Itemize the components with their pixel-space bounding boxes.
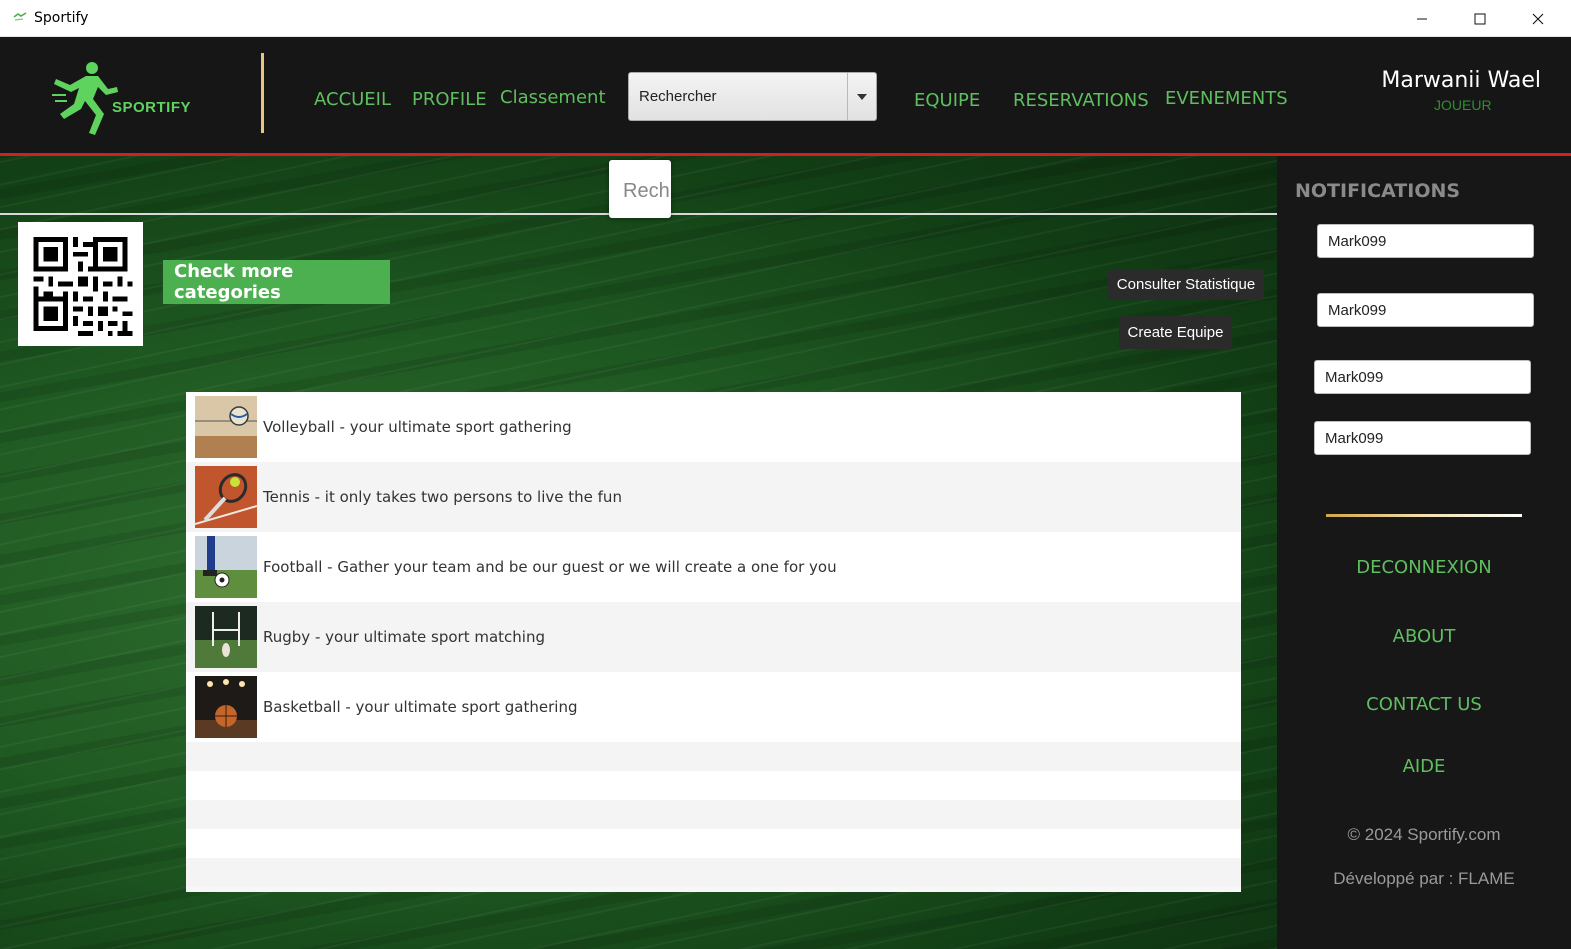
header-divider xyxy=(261,53,264,133)
user-name: Marwanii Wael xyxy=(1381,68,1541,93)
maximize-icon[interactable] xyxy=(1451,0,1509,37)
nav-classement[interactable]: Classement xyxy=(500,87,606,108)
chevron-down-icon[interactable] xyxy=(847,73,876,120)
search-field[interactable]: Rech xyxy=(609,160,671,218)
window-title: Sportify xyxy=(34,10,89,26)
empty-list-row xyxy=(186,800,1241,829)
create-equipe-button[interactable]: Create Equipe xyxy=(1119,316,1232,349)
list-item-label: Rugby - your ultimate sport matching xyxy=(263,628,545,646)
empty-list-row xyxy=(186,742,1241,771)
search-combo[interactable]: Rechercher xyxy=(628,72,877,121)
list-item-label: Volleyball - your ultimate sport gatheri… xyxy=(263,418,572,436)
sidebar-divider xyxy=(1326,514,1522,517)
main-content: Rech Check more categories Consulter Sta… xyxy=(0,156,1277,949)
sportify-logo[interactable]: SPORTIFY xyxy=(52,59,202,139)
app-window: Sportify SPORTIFY ACCUEIL PROFILE Classe… xyxy=(0,0,1571,949)
search-combo-value: Rechercher xyxy=(639,88,717,105)
close-icon[interactable] xyxy=(1509,0,1567,37)
contact-us-link[interactable]: CONTACT US xyxy=(1277,694,1571,715)
consulter-statistique-button[interactable]: Consulter Statistique xyxy=(1108,269,1264,300)
nav-reservations[interactable]: RESERVATIONS xyxy=(1013,90,1149,111)
logo-text: SPORTIFY xyxy=(112,99,192,116)
nav-equipe[interactable]: EQUIPE xyxy=(914,90,980,111)
check-more-categories-button[interactable]: Check more categories xyxy=(163,260,390,304)
list-item-label: Basketball - your ultimate sport gatheri… xyxy=(263,698,578,716)
rugby-photo xyxy=(195,606,257,668)
user-role: JOUEUR xyxy=(1434,97,1492,113)
list-item-label: Tennis - it only takes two persons to li… xyxy=(263,488,622,506)
football-photo xyxy=(195,536,257,598)
notification-field[interactable]: Mark099 xyxy=(1317,224,1534,258)
notification-field[interactable]: Mark099 xyxy=(1317,293,1534,327)
tennis-photo xyxy=(195,466,257,528)
aide-link[interactable]: AIDE xyxy=(1277,756,1571,777)
title-bar: Sportify xyxy=(0,0,1571,37)
categories-list[interactable]: Volleyball - your ultimate sport gatheri… xyxy=(186,392,1241,892)
search-placeholder: Rech xyxy=(623,180,670,202)
notification-field[interactable]: Mark099 xyxy=(1314,360,1531,394)
minimize-icon[interactable] xyxy=(1393,0,1451,37)
qr-code xyxy=(18,222,143,346)
list-item[interactable]: Tennis - it only takes two persons to li… xyxy=(186,462,1241,532)
notification-field[interactable]: Mark099 xyxy=(1314,421,1531,455)
volleyball-photo xyxy=(195,396,257,458)
copyright-text: © 2024 Sportify.com xyxy=(1347,825,1501,844)
empty-list-row xyxy=(186,829,1241,858)
sidebar: NOTIFICATIONS Mark099 Mark099 Mark099 Ma… xyxy=(1277,156,1571,949)
list-item[interactable]: Football - Gather your team and be our g… xyxy=(186,532,1241,602)
list-item[interactable]: Rugby - your ultimate sport matching xyxy=(186,602,1241,672)
nav-accueil[interactable]: ACCUEIL xyxy=(314,89,391,110)
list-item-label: Football - Gather your team and be our g… xyxy=(263,558,837,576)
empty-list-row xyxy=(186,858,1241,887)
empty-list-row xyxy=(186,771,1241,800)
header: SPORTIFY ACCUEIL PROFILE Classement Rech… xyxy=(0,37,1571,153)
nav-evenements[interactable]: EVENEMENTS xyxy=(1165,88,1288,109)
notifications-title: NOTIFICATIONS xyxy=(1295,180,1461,202)
app-icon xyxy=(13,12,27,21)
nav-profile[interactable]: PROFILE xyxy=(412,89,487,110)
basketball-photo xyxy=(195,676,257,738)
about-link[interactable]: ABOUT xyxy=(1277,626,1571,647)
deconnexion-link[interactable]: DECONNEXION xyxy=(1277,557,1571,578)
list-item[interactable]: Volleyball - your ultimate sport gatheri… xyxy=(186,392,1241,462)
list-item[interactable]: Basketball - your ultimate sport gatheri… xyxy=(186,672,1241,742)
developer-credit: Développé par : FLAME xyxy=(1333,869,1515,888)
